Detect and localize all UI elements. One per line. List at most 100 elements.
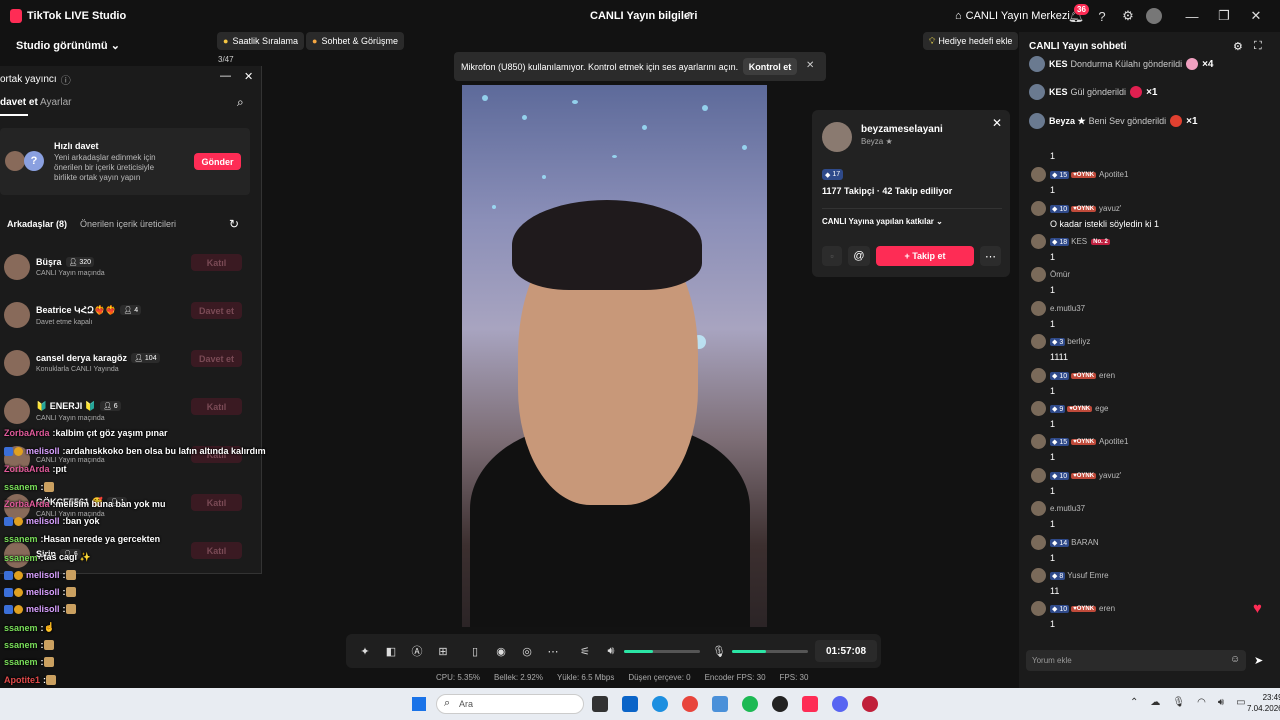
tab-friends[interactable]: Arkadaşlar (8) <box>7 219 67 229</box>
avatar[interactable] <box>1031 601 1046 616</box>
avatar[interactable] <box>1031 501 1046 516</box>
more-icon[interactable]: ⋯ <box>980 246 1001 266</box>
avatar[interactable] <box>1031 334 1046 349</box>
chat-username[interactable]: ege <box>1095 404 1108 413</box>
speaker-slider[interactable] <box>624 649 700 653</box>
panel-close-icon[interactable]: ✕ <box>244 70 253 83</box>
tab-invite[interactable]: davet et <box>0 97 38 108</box>
help-icon[interactable]: ? <box>1094 8 1110 24</box>
chat-meet-pill[interactable]: ● Sohbet & Görüşme <box>306 32 404 50</box>
panel-minimize-icon[interactable]: — <box>220 70 231 82</box>
camera-switch-icon[interactable]: ◎ <box>520 644 534 658</box>
notice-close-icon[interactable]: ✕ <box>806 60 814 71</box>
chat-username[interactable]: eren <box>1099 371 1115 380</box>
phone-icon[interactable]: ▯ <box>468 644 482 658</box>
add-gift-goal-button[interactable]: 💡︎ Hediye hedefi ekle <box>923 32 1019 50</box>
mic-tray-icon[interactable]: 🎙︎ <box>1172 697 1185 708</box>
chat-username[interactable]: yavuz' <box>1099 204 1121 213</box>
search-icon[interactable]: ⌕ <box>237 95 244 110</box>
check-button[interactable]: Kontrol et <box>743 58 797 75</box>
chat-username[interactable]: Apotite1 <box>1099 437 1128 446</box>
mic-icon[interactable]: 🎙︎ <box>712 644 726 658</box>
video-preview <box>462 85 767 627</box>
magic-icon[interactable]: ✦ <box>358 644 372 658</box>
profile-close-icon[interactable]: ✕ <box>992 116 1002 130</box>
friend-action-button[interactable]: Katıl <box>191 494 242 511</box>
hourly-ranking-pill[interactable]: ● Saatlik Sıralama <box>217 32 304 50</box>
level-badge: ◆ 10 <box>1050 471 1070 480</box>
chat-username[interactable]: eren <box>1099 604 1115 613</box>
add-source-icon[interactable]: ⊞ <box>436 644 450 658</box>
chat-username[interactable]: KES <box>1071 237 1087 246</box>
avatar[interactable] <box>1031 468 1046 483</box>
avatar[interactable] <box>1031 234 1046 249</box>
expand-icon[interactable]: ⛶ <box>1254 40 1262 53</box>
discord-icon[interactable] <box>832 696 848 712</box>
profile-contrib-dropdown[interactable]: CANLI Yayına yapılan katkılar ⌄ <box>822 217 943 226</box>
volume-icon[interactable]: 🔊︎ <box>1218 697 1224 708</box>
avatar[interactable] <box>1031 368 1046 383</box>
chat-username[interactable]: e.mutlu37 <box>1050 304 1085 313</box>
chat-username[interactable]: yavuz' <box>1099 471 1121 480</box>
close-icon[interactable]: ✕ <box>1248 8 1264 24</box>
ai-icon[interactable]: Ⓐ <box>410 644 424 658</box>
minimize-icon[interactable]: — <box>1184 8 1200 24</box>
friend-action-button[interactable]: Katıl <box>191 254 242 271</box>
settings-app-icon[interactable] <box>712 696 728 712</box>
effects-icon[interactable]: ◧ <box>384 644 398 658</box>
mic-slider[interactable] <box>732 649 808 653</box>
follow-button[interactable]: + Takip et <box>876 246 974 266</box>
outlook-icon[interactable] <box>622 696 638 712</box>
refresh-icon[interactable]: ↻ <box>229 217 239 231</box>
friend-action-button[interactable]: Davet et <box>191 350 242 367</box>
avatar[interactable] <box>1031 434 1046 449</box>
avatar[interactable] <box>1031 167 1046 182</box>
studio-view-dropdown[interactable]: Studio görünümü ⌄ <box>16 39 120 52</box>
avatar[interactable] <box>1031 201 1046 216</box>
chrome-icon[interactable] <box>682 696 698 712</box>
emoji-icon[interactable]: ☺ <box>1230 654 1240 665</box>
gear-icon[interactable]: ⚙ <box>1120 8 1136 24</box>
avatar[interactable] <box>1031 535 1046 550</box>
avatar[interactable] <box>1146 8 1162 24</box>
more-options-icon[interactable]: ⋯ <box>546 644 560 658</box>
spotify-icon[interactable] <box>742 696 758 712</box>
friend-action-button[interactable]: Katıl <box>191 542 242 559</box>
speaker-icon[interactable]: 🔊︎ <box>604 644 618 658</box>
chevron-up-icon[interactable]: ⌃ <box>1130 697 1138 708</box>
mention-icon[interactable]: @ <box>848 246 870 266</box>
wifi-icon[interactable]: ◠ <box>1197 697 1206 708</box>
edge-icon[interactable] <box>652 696 668 712</box>
mixer-icon[interactable]: ⚟ <box>578 644 592 658</box>
send-icon[interactable]: ➤ <box>1254 654 1263 667</box>
avatar[interactable] <box>1031 568 1046 583</box>
send-button[interactable]: Gönder <box>194 153 241 170</box>
chat-username[interactable]: BARAN <box>1071 538 1099 547</box>
friend-action-button[interactable]: Katıl <box>191 398 242 415</box>
avatar[interactable] <box>1031 401 1046 416</box>
live-center-button[interactable]: ⌂ CANLI Yayın Merkezi <box>955 10 1070 22</box>
app-icon[interactable] <box>772 696 788 712</box>
cloud-icon[interactable]: ☁ <box>1150 697 1160 708</box>
media-app-icon[interactable] <box>862 696 878 712</box>
comment-input[interactable]: Yorum ekle <box>1026 650 1246 671</box>
chat-username[interactable]: Apotite1 <box>1099 170 1128 179</box>
chat-username[interactable]: berliyz <box>1067 337 1090 346</box>
friend-action-button[interactable]: Davet et <box>191 302 242 319</box>
tab-settings[interactable]: Ayarlar <box>40 97 72 108</box>
chat-username[interactable]: Yusuf Emre <box>1067 571 1108 580</box>
windows-start-icon[interactable] <box>412 697 426 711</box>
chat-username[interactable]: e.mutlu37 <box>1050 504 1085 513</box>
avatar[interactable] <box>1031 267 1046 282</box>
record-icon[interactable]: ◉ <box>494 644 508 658</box>
tab-suggested[interactable]: Önerilen içerik üreticileri <box>80 219 176 229</box>
chat-username[interactable]: Ömür <box>1050 270 1070 279</box>
share-icon[interactable]: ↗ <box>682 8 694 22</box>
settings-icon[interactable]: ⚙ <box>1233 40 1243 53</box>
taskbar-search[interactable]: Ara <box>436 694 584 714</box>
taskview-icon[interactable] <box>592 696 608 712</box>
maximize-icon[interactable]: ❐ <box>1216 8 1232 24</box>
avatar[interactable] <box>1031 301 1046 316</box>
tiktok-app-icon[interactable] <box>802 696 818 712</box>
battery-icon[interactable]: ▭ <box>1236 697 1245 708</box>
